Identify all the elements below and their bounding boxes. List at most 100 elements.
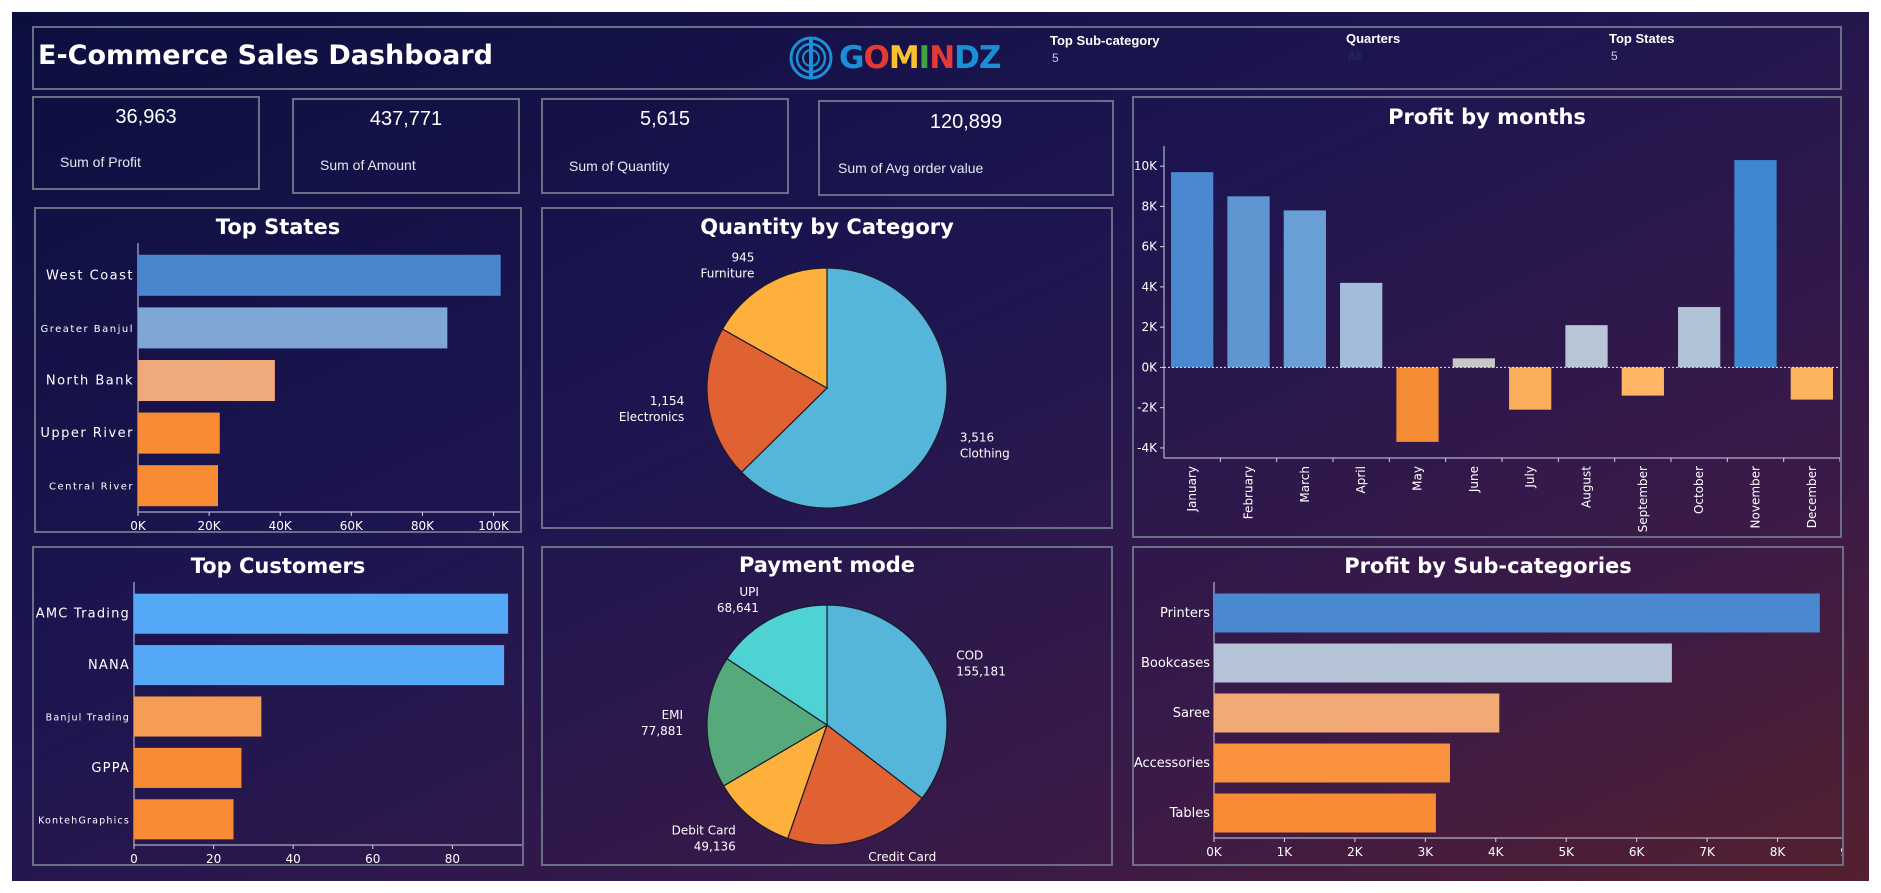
profit-by-months-chart: -4K -2K 0K 2K 4K 6K 8K 10K January February March A… <box>1134 146 1840 532</box>
tick-label: 9K <box>1840 845 1842 859</box>
category-label: Greater Banjul <box>40 324 134 335</box>
bar[interactable] <box>138 465 218 507</box>
category-label: KontehGraphics <box>38 815 130 826</box>
top-customers-chart: AMC Trading NANA Banjul Trading GPPA KontehG… <box>36 582 522 864</box>
category-label: November <box>1749 466 1763 528</box>
tick-label: 2K <box>1141 320 1158 334</box>
kpi-value: 5,615 <box>639 108 691 130</box>
slice-category-label: EMI <box>662 708 683 722</box>
category-label: March <box>1298 466 1312 503</box>
bar[interactable] <box>1171 172 1214 368</box>
slice-category-label: Clothing <box>960 447 1010 461</box>
bar[interactable] <box>1227 196 1270 368</box>
bar[interactable] <box>134 747 242 788</box>
kpi-label: Sum of Quantity <box>569 158 670 174</box>
slice-category-label: Electronics <box>619 410 684 424</box>
kpi-value: 36,963 <box>115 106 177 128</box>
bar[interactable] <box>134 593 509 634</box>
tick-label: 0K <box>1206 845 1223 859</box>
category-label: October <box>1692 466 1706 514</box>
kpi-value: 120,899 <box>929 111 1003 133</box>
logo-letter: D <box>954 40 980 76</box>
logo-letter: Z <box>978 40 1002 76</box>
category-label: NANA <box>88 658 130 673</box>
payment-mode-panel: Payment mode COD155,181Credit Card86,932… <box>541 546 1113 866</box>
kpi-card-profit: 36,963 Sum of Profit <box>32 96 260 190</box>
tick-label: 5K <box>1558 845 1575 859</box>
bar[interactable] <box>138 359 275 402</box>
bar[interactable] <box>138 254 501 296</box>
category-label: July <box>1523 466 1537 489</box>
bar[interactable] <box>1283 210 1326 368</box>
bar[interactable] <box>1214 643 1672 683</box>
tick-label: -2K <box>1137 401 1158 415</box>
profit-by-subcategories-panel: Profit by Sub-categories Printers Bookcas… <box>1132 546 1844 866</box>
tick-label: 8K <box>1770 845 1787 859</box>
slice-value-label: 49,136 <box>694 839 736 853</box>
logo-letter: I <box>918 40 931 76</box>
bar[interactable] <box>138 307 448 349</box>
tick-label: 80K <box>411 519 435 531</box>
bar[interactable] <box>1452 358 1495 368</box>
header-panel: E-Commerce Sales Dashboard GOMINDZ Top S… <box>32 26 1842 90</box>
tick-label: 6K <box>1629 845 1646 859</box>
slice-category-label: COD <box>956 648 983 662</box>
tick-label: 0K <box>130 519 147 531</box>
category-label: Saree <box>1173 706 1210 721</box>
tick-label: 0 <box>130 852 138 864</box>
logo-letter: O <box>863 40 889 76</box>
slice-category-label: Furniture <box>700 267 754 281</box>
tick-label: 60K <box>340 519 364 531</box>
kpi-label: Sum of Amount <box>320 157 416 173</box>
tick-label: 4K <box>1141 280 1158 294</box>
bar[interactable] <box>134 696 262 737</box>
category-label: Banjul Trading <box>46 713 130 724</box>
tick-label: 7K <box>1699 845 1716 859</box>
quantity-by-category-panel: Quantity by Category 3,516 Clothing 1,154 E… <box>541 207 1113 529</box>
bar[interactable] <box>138 412 220 454</box>
kpi-card-avg-order-value: 120,899 Sum of Avg order value <box>818 100 1114 196</box>
bar[interactable] <box>1621 367 1664 396</box>
bar[interactable] <box>1509 367 1552 410</box>
category-label: AMC Trading <box>36 607 130 622</box>
bar[interactable] <box>1790 367 1833 400</box>
logo-wordmark: GOMINDZ <box>839 40 1002 76</box>
bar[interactable] <box>1214 743 1450 783</box>
logo-letter: M <box>888 40 920 76</box>
bar[interactable] <box>134 799 234 840</box>
filter-label-quarters: Quarters <box>1346 31 1401 46</box>
kpi-value: 437,771 <box>369 108 443 130</box>
bar[interactable] <box>1340 282 1383 368</box>
tick-label: 10K <box>1134 159 1158 173</box>
slice-category-label: Debit Card <box>672 823 736 837</box>
bar[interactable] <box>134 645 505 686</box>
slice-category-label: UPI <box>739 585 759 599</box>
slice-category-label: Credit Card <box>868 850 936 864</box>
filter-value-top-states[interactable]: 5 <box>1611 49 1618 63</box>
filter-value-top-subcategory[interactable]: 5 <box>1052 51 1059 65</box>
filter-value-quarters[interactable]: All <box>1348 49 1361 63</box>
top-customers-panel: Top Customers AMC Trading NANA Banjul Trad… <box>32 546 524 866</box>
bar[interactable] <box>1214 593 1820 633</box>
bar[interactable] <box>1214 793 1436 833</box>
kpi-label: Sum of Profit <box>60 154 141 170</box>
bar[interactable] <box>1396 367 1439 442</box>
tick-label: 100K <box>478 519 510 531</box>
tick-label: 2K <box>1347 845 1364 859</box>
tick-label: 6K <box>1141 240 1158 254</box>
bar[interactable] <box>1678 307 1721 368</box>
bar[interactable] <box>1565 325 1608 368</box>
logo-emblem-icon <box>789 36 833 80</box>
bar[interactable] <box>1734 160 1777 368</box>
category-label: GPPA <box>91 761 130 776</box>
category-label: August <box>1580 466 1594 508</box>
category-label: September <box>1636 466 1650 532</box>
bar[interactable] <box>1214 693 1500 733</box>
category-label: May <box>1411 466 1425 491</box>
tick-label: 3K <box>1418 845 1435 859</box>
quantity-by-category-chart: 3,516 Clothing 1,154 Electronics 945 Furnitur… <box>619 251 1010 509</box>
kpi-label: Sum of Avg order value <box>838 160 984 176</box>
logo-letter: N <box>929 40 955 76</box>
tick-label: 20K <box>198 519 222 531</box>
filter-label-top-states: Top States <box>1609 31 1675 46</box>
